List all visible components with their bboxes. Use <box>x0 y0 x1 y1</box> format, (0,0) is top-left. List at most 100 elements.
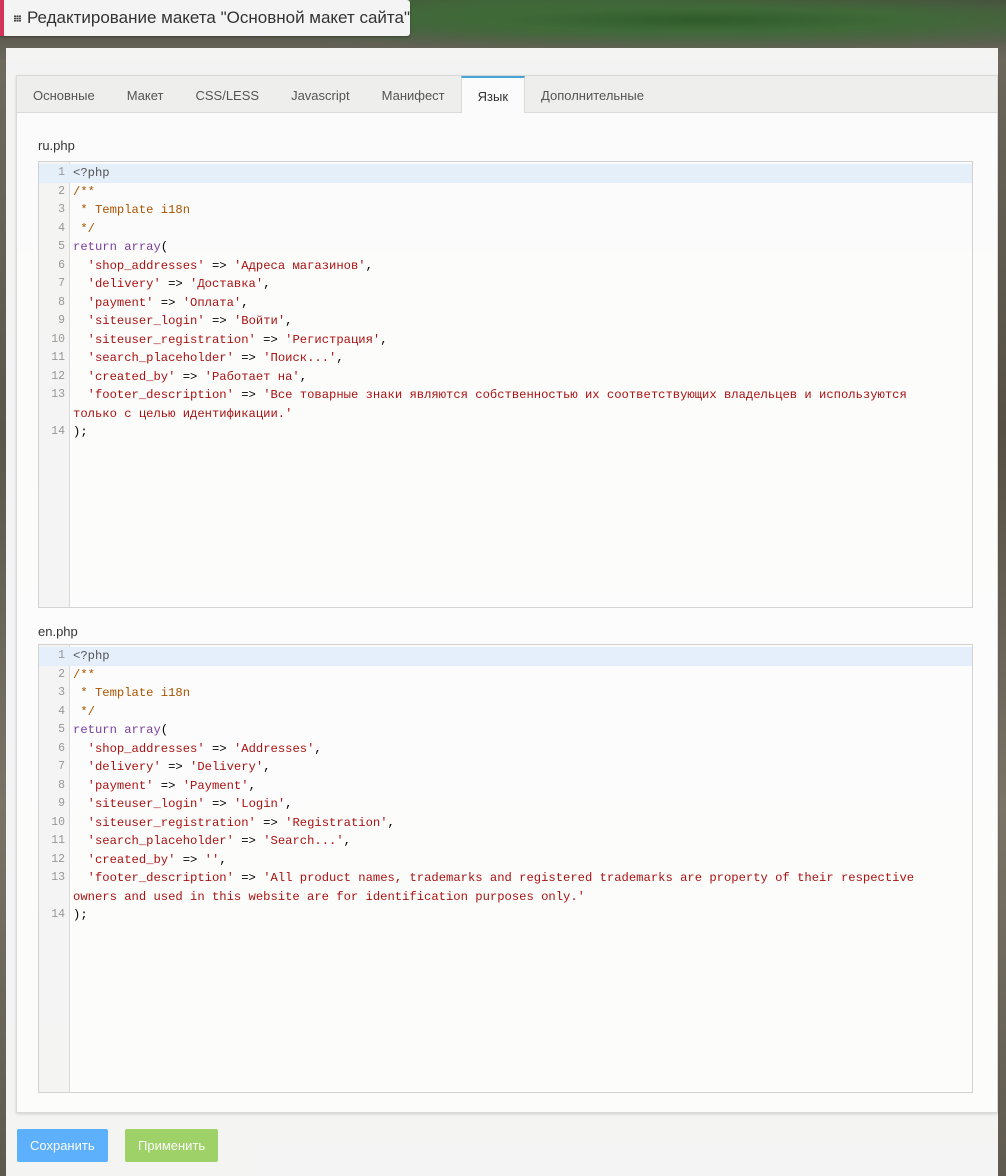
line-number: 9 <box>58 797 65 810</box>
line-number: 13 <box>51 871 65 884</box>
code-text: /** <box>73 667 95 682</box>
code-line: 8 'payment' => 'Payment', <box>39 777 972 796</box>
code-text: 'created_by' => '', <box>87 852 227 867</box>
code-text: 'shop_addresses' => 'Addresses', <box>87 741 322 756</box>
en-code-editor[interactable]: 1 <?php 2/** 3 * Template i18n 4 */5 return a… <box>38 644 973 1093</box>
code-line: 11 'search_placeholder' => 'Search...', <box>39 832 972 851</box>
code-text: 'search_placeholder' => 'Search...', <box>87 834 351 848</box>
code-line: 1 <?php <box>39 164 972 183</box>
tab-css-less[interactable]: CSS/LESS <box>179 76 275 112</box>
code-line: 10 'siteuser_registration' => 'Registrat… <box>39 814 972 833</box>
background-right <box>998 60 1006 1176</box>
line-number: 14 <box>51 425 65 438</box>
code-lines: 1 <?php 2 /** 3 * Template i18n 4 */5 return a… <box>39 164 972 442</box>
line-number: 7 <box>58 277 65 290</box>
code-text: /** <box>73 184 95 199</box>
code-lines: 1 <?php 2/** 3 * Template i18n 4 */5 return a… <box>39 647 972 925</box>
code-line: 1 <?php <box>39 647 972 666</box>
code-text: 'delivery' => 'Доставка', <box>87 277 271 291</box>
code-text: 'delivery' => 'Delivery', <box>87 760 271 774</box>
line-number: 6 <box>58 741 65 755</box>
tab-layout[interactable]: Макет <box>111 76 180 112</box>
line-number: 2 <box>58 667 65 681</box>
code-line: 2 /** <box>39 666 972 685</box>
code-line: 14); <box>39 906 972 925</box>
code-line: 6 'shop_addresses' => 'Addresses', <box>39 740 972 759</box>
code-line: 10 'siteuser_registration' => 'Регистрац… <box>39 331 972 350</box>
ru-code-editor[interactable]: 1 <?php 2 /** 3 * Template i18n 4 */5 return a… <box>38 161 973 608</box>
code-line: 4 */ <box>39 220 972 239</box>
line-number: 1 <box>58 166 65 179</box>
code-text: 'created_by' => 'Работает на', <box>87 369 308 384</box>
grid-icon <box>14 14 21 22</box>
code-text: 'payment' => 'Payment', <box>87 778 256 793</box>
line-number: 8 <box>58 295 65 309</box>
code-text: 'siteuser_registration' => 'Регистрация'… <box>87 332 388 347</box>
line-number: 5 <box>58 723 65 736</box>
line-number: 6 <box>58 258 65 272</box>
line-number: 3 <box>58 686 65 699</box>
apply-button[interactable]: Применить <box>125 1129 219 1162</box>
window-title-bar: Редактирование макета "Основной макет са… <box>0 0 410 36</box>
line-number: 2 <box>58 184 65 198</box>
line-number: 14 <box>51 908 65 921</box>
code-line: 3 * Template i18n <box>39 201 972 220</box>
layout-edit-window: Основные Макет CSS/LESS Javascript Маниф… <box>6 48 998 1176</box>
window-title: Редактирование макета "Основной макет са… <box>26 8 410 27</box>
code-line: 8 'payment' => 'Оплата', <box>39 294 972 313</box>
line-number: 13 <box>51 388 65 401</box>
line-number: 3 <box>58 203 65 216</box>
line-number: 4 <box>58 704 65 718</box>
line-number: 1 <box>58 649 65 662</box>
code-text: ); <box>73 908 88 922</box>
line-number: 11 <box>51 834 65 847</box>
line-number: 12 <box>51 369 65 383</box>
code-line: 13 'footer_description' => 'All product … <box>39 869 972 906</box>
code-line: 9 'siteuser_login' => 'Войти', <box>39 312 972 331</box>
code-text: return array( <box>73 723 169 737</box>
tab-javascript[interactable]: Javascript <box>275 76 366 112</box>
line-number: 5 <box>58 240 65 253</box>
tab-additional[interactable]: Дополнительные <box>525 76 660 112</box>
line-number: 8 <box>58 778 65 792</box>
code-text: 'footer_description' => 'Все товарные зн… <box>73 388 915 421</box>
tab-bar: Основные Макет CSS/LESS Javascript Маниф… <box>17 76 997 113</box>
code-text: return array( <box>73 240 169 254</box>
line-number: 11 <box>51 351 65 364</box>
code-text: 'search_placeholder' => 'Поиск...', <box>87 351 344 365</box>
code-text: ); <box>73 425 88 439</box>
tab-language[interactable]: Язык <box>460 76 526 113</box>
code-text: * Template i18n <box>73 686 191 700</box>
tab-panel: Основные Макет CSS/LESS Javascript Маниф… <box>16 75 998 1113</box>
code-text: 'payment' => 'Оплата', <box>87 295 249 310</box>
code-text: */ <box>73 704 95 719</box>
line-number: 10 <box>51 815 65 829</box>
code-line: 4 */ <box>39 703 972 722</box>
code-line: 7 'delivery' => 'Delivery', <box>39 758 972 777</box>
code-line: 2 /** <box>39 183 972 202</box>
code-line: 12 'created_by' => 'Работает на', <box>39 368 972 387</box>
code-line: 6 'shop_addresses' => 'Адреса магазинов'… <box>39 257 972 276</box>
code-line: 5 return array( <box>39 721 972 740</box>
code-text: 'siteuser_registration' => 'Registration… <box>87 815 395 830</box>
line-number: 9 <box>58 314 65 327</box>
code-text: 'siteuser_login' => 'Войти', <box>87 314 293 328</box>
tab-manifest[interactable]: Манифест <box>366 76 461 112</box>
code-line: 11 'search_placeholder' => 'Поиск...', <box>39 349 972 368</box>
code-text: 'siteuser_login' => 'Login', <box>87 797 293 811</box>
line-number: 4 <box>58 221 65 235</box>
line-number: 12 <box>51 852 65 866</box>
en-file-label: en.php <box>38 624 78 639</box>
tab-general[interactable]: Основные <box>17 76 111 112</box>
code-line: 7 'delivery' => 'Доставка', <box>39 275 972 294</box>
code-line: 5 return array( <box>39 238 972 257</box>
save-button[interactable]: Сохранить <box>17 1129 108 1162</box>
code-text: <?php <box>73 649 110 663</box>
line-number: 10 <box>51 332 65 346</box>
line-number: 7 <box>58 760 65 773</box>
code-text: 'shop_addresses' => 'Адреса магазинов', <box>87 258 373 273</box>
code-text: <?php <box>73 166 110 180</box>
code-line: 9 'siteuser_login' => 'Login', <box>39 795 972 814</box>
ru-file-label: ru.php <box>38 138 75 153</box>
code-line: 14); <box>39 423 972 442</box>
